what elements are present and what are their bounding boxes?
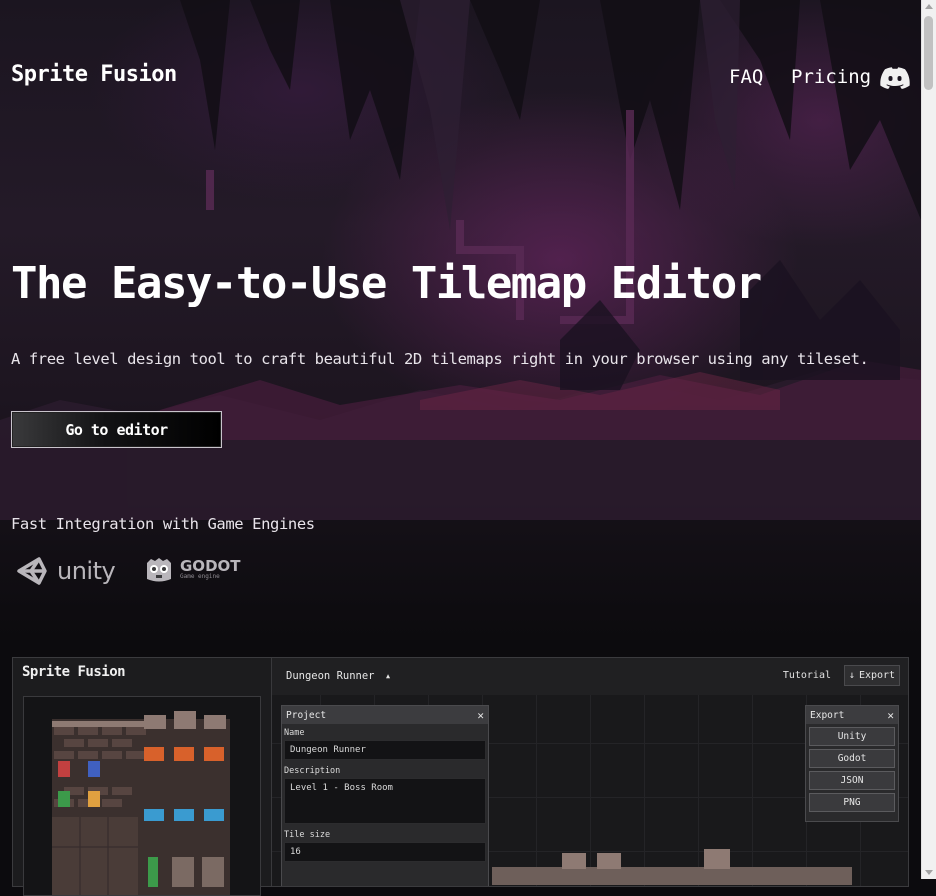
tileset-image <box>52 711 230 895</box>
nav-link-faq[interactable]: FAQ <box>729 66 763 88</box>
project-panel-header: Project ✕ <box>282 706 488 724</box>
scrollbar-thumb[interactable] <box>924 16 933 90</box>
map-canvas[interactable]: Project ✕ Name Dungeon Runner Descriptio… <box>272 695 908 886</box>
godot-logo-icon <box>147 558 171 582</box>
godot-label: GODOT <box>180 556 241 575</box>
godot-wordmark: GODOT Game engine <box>180 556 241 580</box>
godot-logo[interactable]: GODOT Game engine <box>143 553 241 585</box>
close-icon[interactable]: ✕ <box>477 709 484 722</box>
unity-label: unity <box>57 557 116 585</box>
editor-sidebar: Sprite Fusion <box>13 658 272 896</box>
integrations-heading: Fast Integration with Game Engines <box>11 515 315 533</box>
description-label: Description <box>284 766 341 776</box>
scroll-up-arrow-icon[interactable] <box>925 4 933 9</box>
unity-logo[interactable]: unity <box>15 553 116 589</box>
export-panel: Export ✕ Unity Godot JSON PNG <box>805 705 899 822</box>
close-icon[interactable]: ✕ <box>887 709 894 722</box>
tileset-panel[interactable] <box>23 696 261 896</box>
hero-background <box>0 0 921 640</box>
page-scrollbar[interactable] <box>921 0 936 879</box>
export-panel-header: Export ✕ <box>806 706 898 724</box>
editor-brand: Sprite Fusion <box>22 664 126 680</box>
download-icon: ↓ <box>848 670 855 681</box>
export-godot-button[interactable]: Godot <box>809 749 895 768</box>
project-panel-title: Project <box>286 709 327 721</box>
cave-illustration <box>0 0 921 520</box>
export-json-button[interactable]: JSON <box>809 771 895 790</box>
export-panel-title: Export <box>810 709 845 721</box>
tutorial-link[interactable]: Tutorial <box>783 670 831 681</box>
go-to-editor-button[interactable]: Go to editor <box>11 411 222 448</box>
discord-icon[interactable] <box>880 66 910 90</box>
name-label: Name <box>284 728 305 738</box>
tile-size-input[interactable]: 16 <box>284 842 486 862</box>
export-button[interactable]: ↓ Export <box>844 665 900 686</box>
export-png-button[interactable]: PNG <box>809 793 895 812</box>
hero-title: The Easy-to-Use Tilemap Editor <box>11 258 762 309</box>
tile-size-label: Tile size <box>284 830 331 840</box>
scroll-down-arrow-icon[interactable] <box>925 870 933 875</box>
site-logo[interactable]: Sprite Fusion <box>11 62 177 87</box>
editor-main: Dungeon Runner ▴ Tutorial ↓ Export Proje… <box>272 658 908 886</box>
nav-link-pricing[interactable]: Pricing <box>791 66 871 88</box>
hero-subtitle: A free level design tool to craft beauti… <box>11 350 869 368</box>
editor-preview: Sprite Fusion Dungeon Runner ▴ Tutorial … <box>12 657 909 896</box>
export-unity-button[interactable]: Unity <box>809 727 895 746</box>
unity-logo-icon <box>17 557 47 585</box>
editor-topbar: Dungeon Runner ▴ Tutorial ↓ Export <box>272 658 908 696</box>
project-panel: Project ✕ Name Dungeon Runner Descriptio… <box>281 705 489 886</box>
project-name-input[interactable]: Dungeon Runner <box>284 740 486 760</box>
export-label: Export <box>858 670 896 681</box>
description-textarea[interactable]: Level 1 - Boss Room <box>284 778 486 824</box>
project-name: Dungeon Runner <box>286 670 375 682</box>
project-menu[interactable]: Dungeon Runner ▴ <box>286 670 391 682</box>
chevron-up-icon: ▴ <box>384 670 392 682</box>
